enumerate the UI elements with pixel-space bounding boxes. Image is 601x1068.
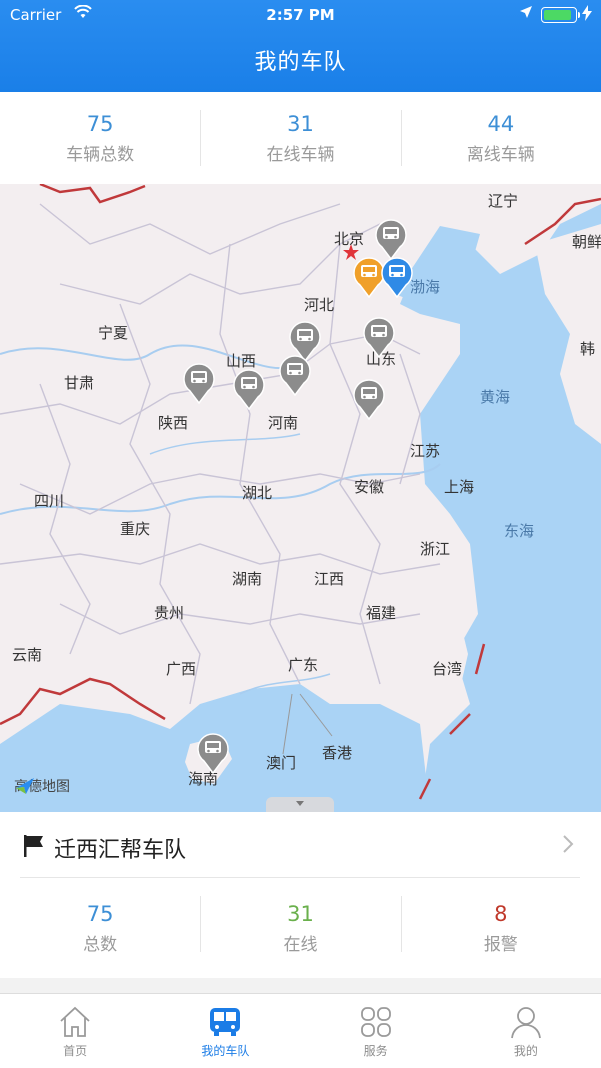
map-label-hebei: 河北: [304, 296, 335, 314]
fleet-total-count: 75: [86, 902, 114, 926]
vehicle-marker[interactable]: [374, 218, 408, 260]
vehicle-marker[interactable]: [278, 354, 312, 396]
clock: 2:57 PM: [266, 6, 335, 24]
fleet-online-stat[interactable]: 31 在线: [200, 878, 400, 978]
online-vehicles-stat[interactable]: 31 在线车辆: [200, 92, 400, 184]
map-label-aomen: 澳门: [266, 754, 297, 772]
map-label-guangxi: 广西: [166, 660, 197, 678]
map-label-henan: 河南: [268, 414, 299, 432]
fleet-name: 迁西汇帮车队: [54, 838, 187, 863]
status-bar: Carrier 2:57 PM: [0, 0, 601, 30]
tab-my-fleet[interactable]: 我的车队: [150, 994, 300, 1068]
chevron-right-icon: [562, 834, 574, 859]
fleet-alarm-label: 报警: [483, 935, 518, 955]
tab-profile-label: 我的: [513, 1044, 538, 1058]
fleet-alarm-stat[interactable]: 8 报警: [400, 878, 601, 978]
fleet-alarm-count: 8: [494, 902, 508, 926]
map-label-liaoning: 辽宁: [488, 192, 519, 210]
tab-home-label: 首页: [63, 1044, 88, 1058]
map-label-fujian: 福建: [366, 604, 397, 622]
vehicle-marker[interactable]: [196, 732, 230, 774]
map-label-ningxia: 宁夏: [98, 324, 129, 342]
offline-vehicles-count: 44: [487, 112, 515, 136]
home-icon: [0, 1002, 150, 1042]
person-icon: [451, 1002, 601, 1042]
total-vehicles-label: 车辆总数: [66, 145, 135, 165]
tab-my-fleet-label: 我的车队: [201, 1044, 250, 1058]
online-vehicles-label: 在线车辆: [266, 145, 335, 165]
online-vehicles-count: 31: [287, 112, 314, 136]
battery-icon: [541, 7, 580, 23]
map-collapse-handle[interactable]: [266, 797, 334, 812]
vehicle-marker-selected[interactable]: [380, 256, 414, 298]
fleet-online-label: 在线: [283, 935, 318, 955]
fleet-stats: 75 总数 31 在线 8 报警: [0, 878, 601, 978]
map-label-han: 韩: [580, 340, 596, 358]
map-label-yunnan: 云南: [12, 646, 43, 664]
map-label-taiwan: 台湾: [432, 660, 463, 678]
map-base: [0, 184, 601, 812]
map-label-bohai: 渤海: [410, 278, 441, 296]
bus-icon: [150, 1002, 300, 1042]
vehicle-marker[interactable]: [352, 378, 386, 420]
offline-vehicles-label: 离线车辆: [466, 145, 535, 165]
fleet-total-label: 总数: [83, 935, 118, 955]
grid-icon: [301, 1002, 451, 1042]
offline-vehicles-stat[interactable]: 44 离线车辆: [400, 92, 601, 184]
map-label-huanghai: 黄海: [480, 388, 511, 406]
fleet-card: 迁西汇帮车队 75 总数 31 在线 8 报警: [0, 812, 601, 978]
tab-bar: 首页 我的车队 服务 我的: [0, 993, 601, 1068]
charging-icon: [582, 5, 592, 25]
vehicle-map[interactable]: 辽宁 北京 渤海 朝鲜 河北 宁夏 山西 山东 韩 甘肃 黄海 陕西 河南 江苏…: [0, 184, 601, 812]
map-label-jiangxi: 江西: [314, 570, 345, 588]
tab-profile[interactable]: 我的: [451, 994, 601, 1068]
map-label-guizhou: 贵州: [154, 604, 185, 622]
map-label-sichuan: 四川: [34, 492, 65, 510]
map-label-jiangsu: 江苏: [410, 442, 441, 460]
total-vehicles-count: 75: [86, 112, 114, 136]
map-label-hubei: 湖北: [242, 484, 273, 502]
vehicle-marker[interactable]: [362, 316, 396, 358]
vehicle-marker[interactable]: [182, 362, 216, 404]
map-label-guangdong: 广东: [288, 656, 319, 674]
map-label-zhejiang: 浙江: [420, 540, 451, 558]
page-title: 我的车队: [254, 50, 347, 75]
tab-home[interactable]: 首页: [0, 994, 150, 1068]
map-label-chaoxian: 朝鲜: [572, 233, 601, 251]
fleet-online-count: 31: [287, 902, 314, 926]
amap-logo-icon: [16, 778, 34, 794]
fleet-header[interactable]: 迁西汇帮车队: [20, 812, 580, 878]
top-bar: Carrier 2:57 PM 我的车队: [0, 0, 601, 92]
map-provider-logo: 高德地图: [14, 776, 70, 796]
vehicle-summary: 75 车辆总数 31 在线车辆 44 离线车辆: [0, 92, 601, 184]
flag-icon: [22, 834, 46, 862]
map-label-shanghai: 上海: [444, 478, 475, 496]
total-vehicles-stat[interactable]: 75 车辆总数: [0, 92, 200, 184]
map-label-shaanxi: 陕西: [158, 414, 189, 432]
map-label-chongqing: 重庆: [120, 520, 151, 538]
map-label-donghai: 东海: [504, 522, 535, 540]
map-label-gansu: 甘肃: [64, 374, 95, 392]
vehicle-marker[interactable]: [232, 368, 266, 410]
location-arrow-icon: [519, 5, 533, 23]
tab-service[interactable]: 服务: [301, 994, 451, 1068]
fleet-total-stat[interactable]: 75 总数: [0, 878, 200, 978]
map-label-hunan: 湖南: [232, 570, 263, 588]
map-label-xianggang: 香港: [322, 744, 353, 762]
tab-service-label: 服务: [363, 1044, 388, 1058]
map-label-anhui: 安徽: [354, 478, 385, 496]
map-label-beijing: 北京: [334, 230, 365, 248]
